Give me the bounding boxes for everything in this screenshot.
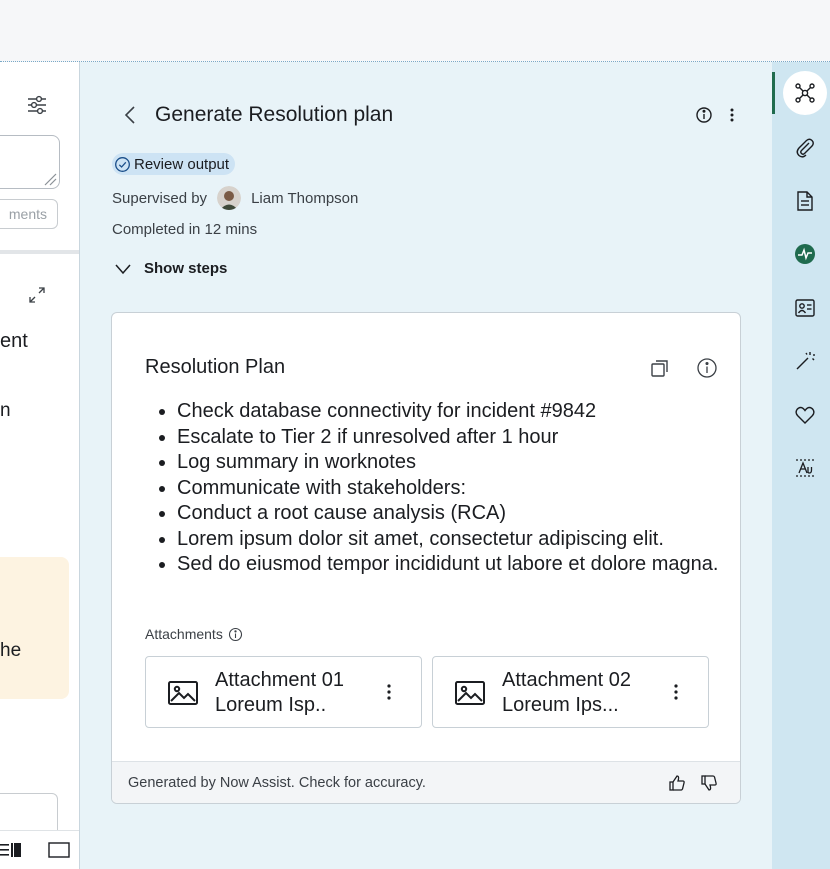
expand-icon[interactable] [26,284,48,306]
attachment-name: Attachment 02 [502,669,631,691]
list-item: Conduct a root cause analysis (RCA) [177,501,722,527]
more-options-icon[interactable] [382,681,396,703]
panel-heading-fragment: ent [0,330,28,352]
list-item: Lorem ipsum dolor sit amet, consectetur … [177,527,722,553]
thumbs-up-icon[interactable] [668,774,686,792]
attachment-subtitle: Loreum Ips... [502,694,619,716]
list-item: Escalate to Tier 2 if unresolved after 1… [177,425,722,451]
panel-text-fragment: n [0,400,11,421]
network-icon [795,83,815,103]
list-item: Check database connectivity for incident… [177,399,722,425]
supervisor-name[interactable]: Liam Thompson [251,190,358,207]
card-footer: Generated by Now Assist. Check for accur… [112,761,740,803]
image-icon [168,681,198,705]
single-view-icon[interactable] [48,841,70,859]
warning-text-fragment: he [0,640,22,661]
show-steps-toggle[interactable]: Show steps [114,260,227,277]
rail-item-network[interactable] [783,71,827,115]
info-icon[interactable] [695,106,713,124]
more-options-icon[interactable] [669,681,683,703]
top-bar [0,0,830,62]
comment-textarea[interactable] [0,135,60,189]
list-view-icon[interactable] [0,841,22,859]
info-icon[interactable] [228,627,243,642]
image-icon [455,681,485,705]
add-comments-button[interactable]: ments [0,199,58,229]
contact-card-icon[interactable] [794,297,816,319]
resize-handle-icon[interactable] [43,172,57,186]
list-item: Log summary in worknotes [177,450,722,476]
check-circle-icon [115,156,130,172]
list-item: Sed do eiusmod tempor incididunt ut labo… [177,552,722,578]
magic-wand-icon[interactable] [794,350,816,372]
left-panel: ments ent n he [0,62,80,869]
translate-icon[interactable] [794,457,816,479]
completed-time: Completed in 12 mins [112,221,258,238]
thumbs-down-icon[interactable] [700,774,718,792]
card-title: Resolution Plan [145,356,286,378]
active-indicator [772,72,775,114]
paperclip-icon[interactable] [794,137,816,159]
attachment-subtitle: Loreum Isp.. [215,694,327,716]
panel-separator [0,250,79,254]
attachments-label: Attachments [145,626,223,642]
page-title: Generate Resolution plan [155,103,394,126]
warning-notice [0,557,69,699]
status-badge-label: Review output [134,155,230,173]
filter-settings-icon[interactable] [26,94,48,116]
main-panel: Generate Resolution plan Review output S… [80,62,772,869]
more-options-icon[interactable] [724,106,740,124]
attachment-name: Attachment 01 [215,669,344,691]
attachment-tile[interactable]: Attachment 01 Loreum Isp.. [145,656,422,728]
avatar [217,186,242,210]
attachments-heading: Attachments [145,626,243,642]
heart-icon[interactable] [794,404,816,426]
plan-list: Check database connectivity for incident… [177,399,722,578]
supervised-by: Supervised by Liam Thompson [112,186,358,210]
disclaimer-text: Generated by Now Assist. Check for accur… [128,775,426,791]
info-icon[interactable] [696,357,718,379]
copy-icon[interactable] [649,357,671,379]
supervised-label: Supervised by [112,189,208,207]
list-item: Communicate with stakeholders: [177,476,722,502]
document-icon[interactable] [794,190,816,212]
back-chevron-icon[interactable] [122,104,138,126]
status-badge: Review output [112,153,236,175]
attachment-tile[interactable]: Attachment 02 Loreum Ips... [432,656,709,728]
show-steps-label: Show steps [144,260,228,277]
view-switcher [0,830,79,869]
right-rail [772,62,830,869]
resolution-plan-card: Resolution Plan Check database connectiv… [111,312,741,804]
activity-icon[interactable] [794,243,816,265]
chevron-down-icon [115,264,131,274]
